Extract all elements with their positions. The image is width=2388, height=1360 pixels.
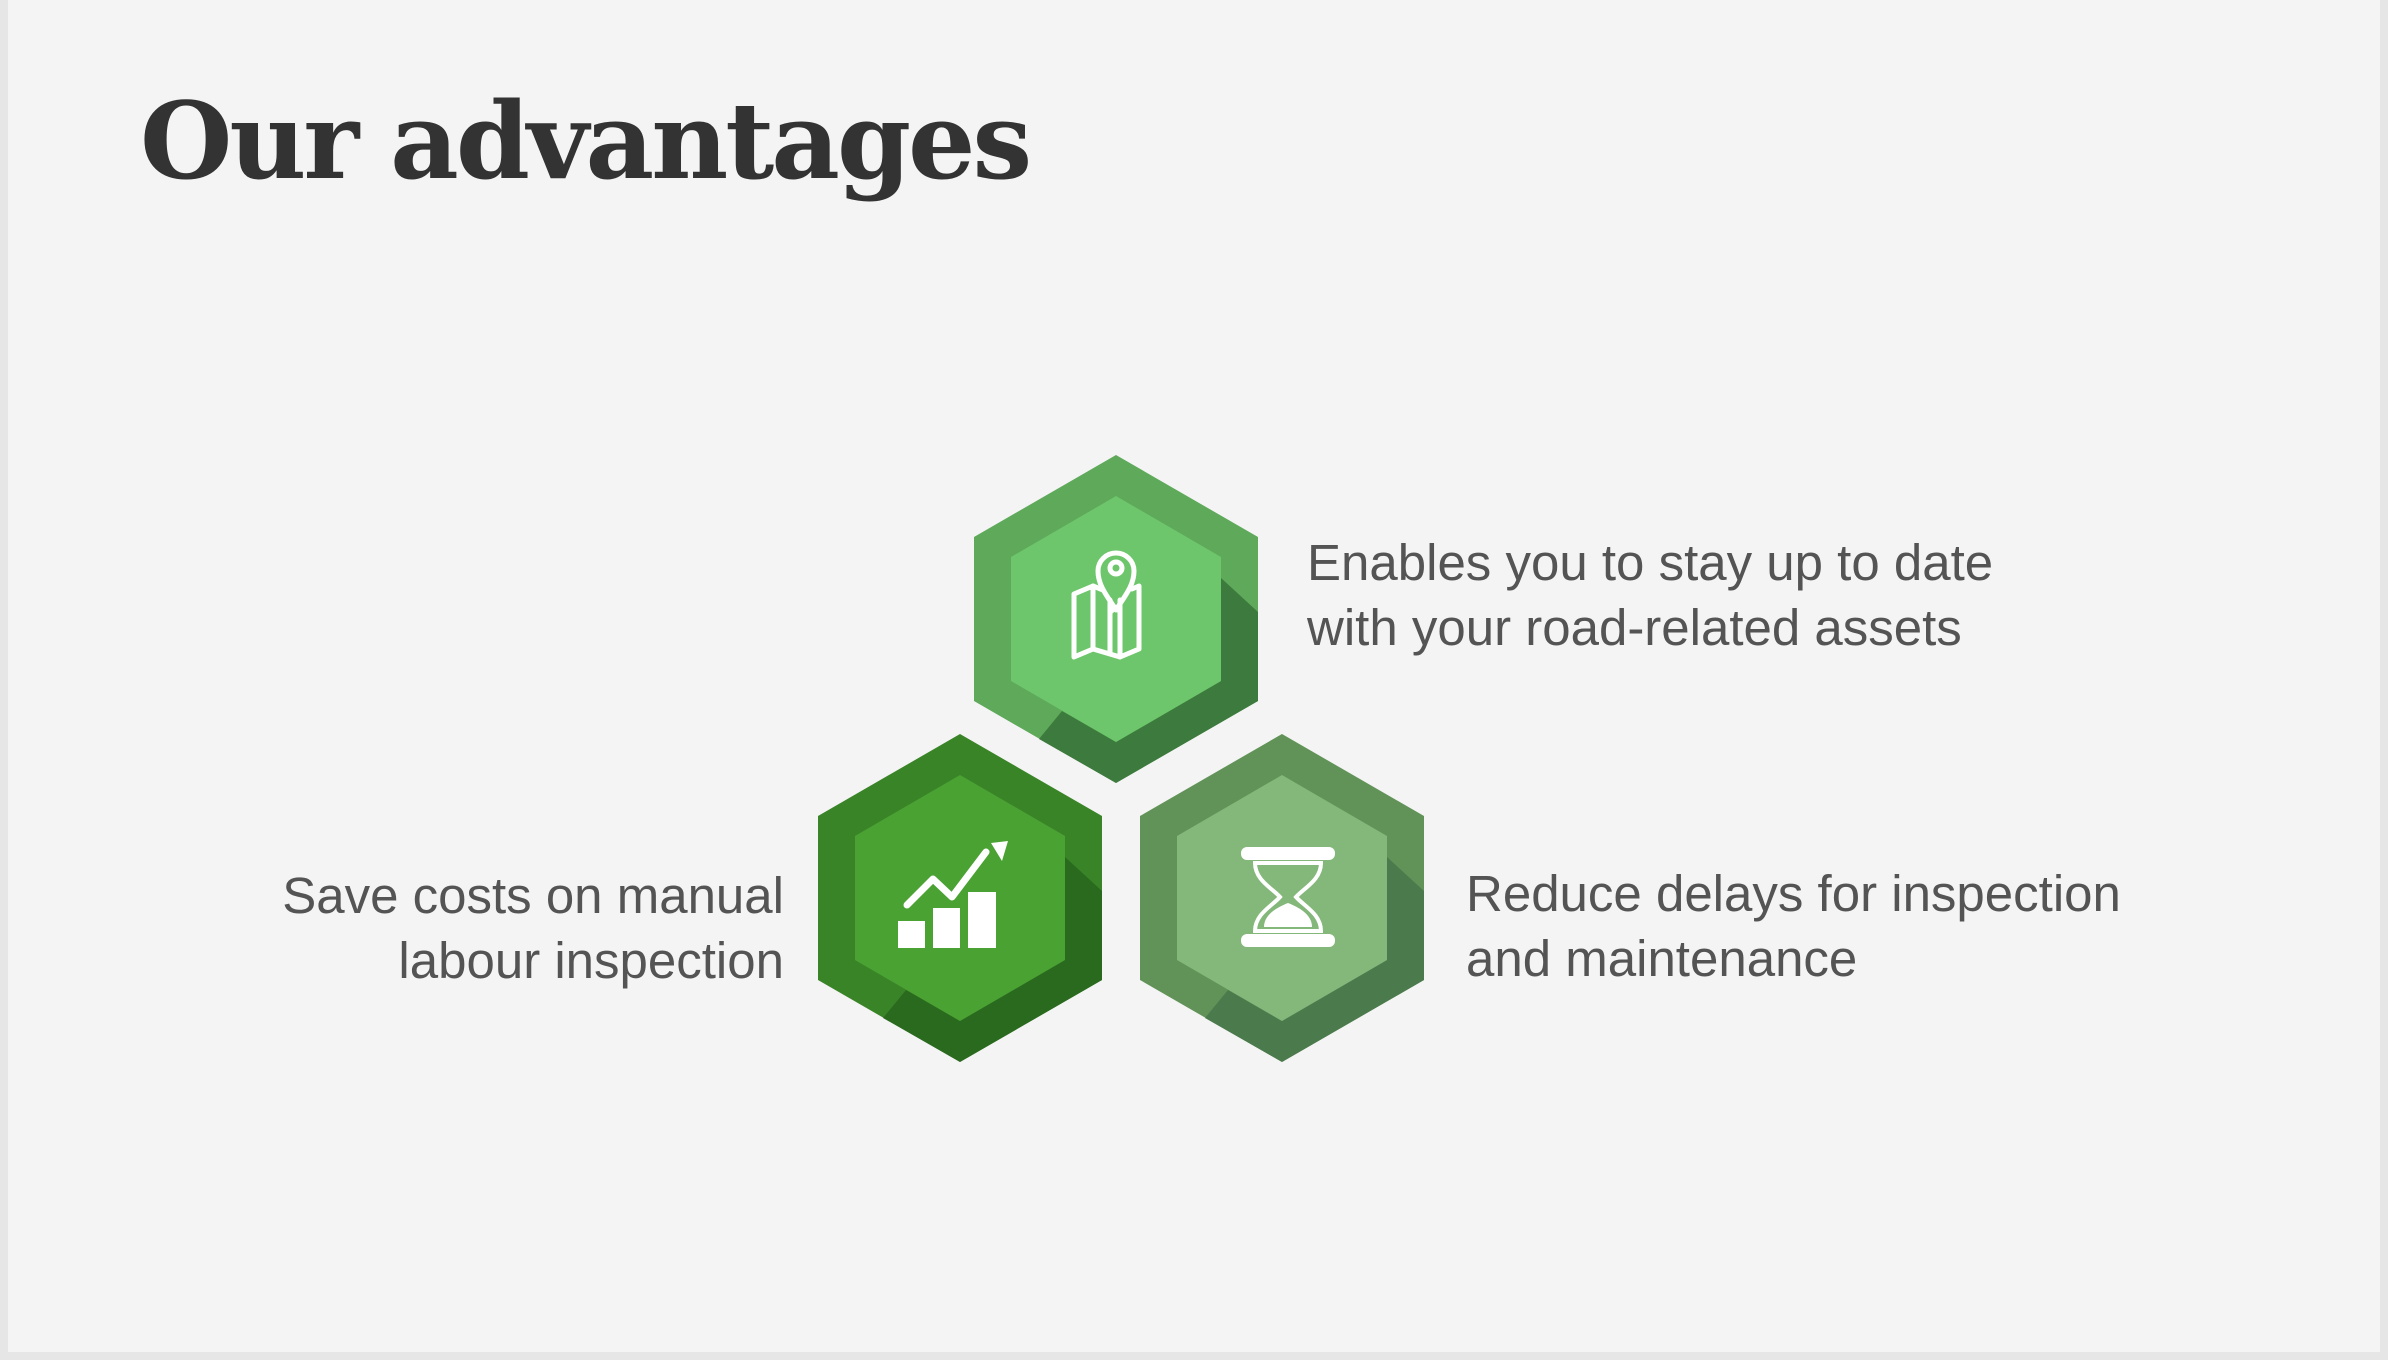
hexagon-top bbox=[974, 455, 1258, 783]
caption-line: Enables you to stay up to date bbox=[1307, 534, 1994, 591]
caption-line: and maintenance bbox=[1466, 930, 1858, 987]
caption-line: with your road-related assets bbox=[1307, 599, 1962, 656]
caption-line: labour inspection bbox=[398, 932, 784, 989]
slide: Our advantages Enables you to stay up to… bbox=[8, 0, 2380, 1352]
advantage-caption-save-costs: Save costs on manual labour inspection bbox=[282, 863, 784, 993]
advantage-caption-stay-up-to-date: Enables you to stay up to date with your… bbox=[1307, 530, 1993, 660]
caption-line: Reduce delays for inspection bbox=[1466, 865, 2121, 922]
hexagon-right bbox=[1140, 734, 1424, 1062]
hexagon-cluster bbox=[818, 455, 1424, 1062]
hexagon-left bbox=[818, 734, 1102, 1062]
advantage-caption-reduce-delays: Reduce delays for inspection and mainten… bbox=[1466, 861, 2121, 991]
caption-line: Save costs on manual bbox=[282, 867, 784, 924]
